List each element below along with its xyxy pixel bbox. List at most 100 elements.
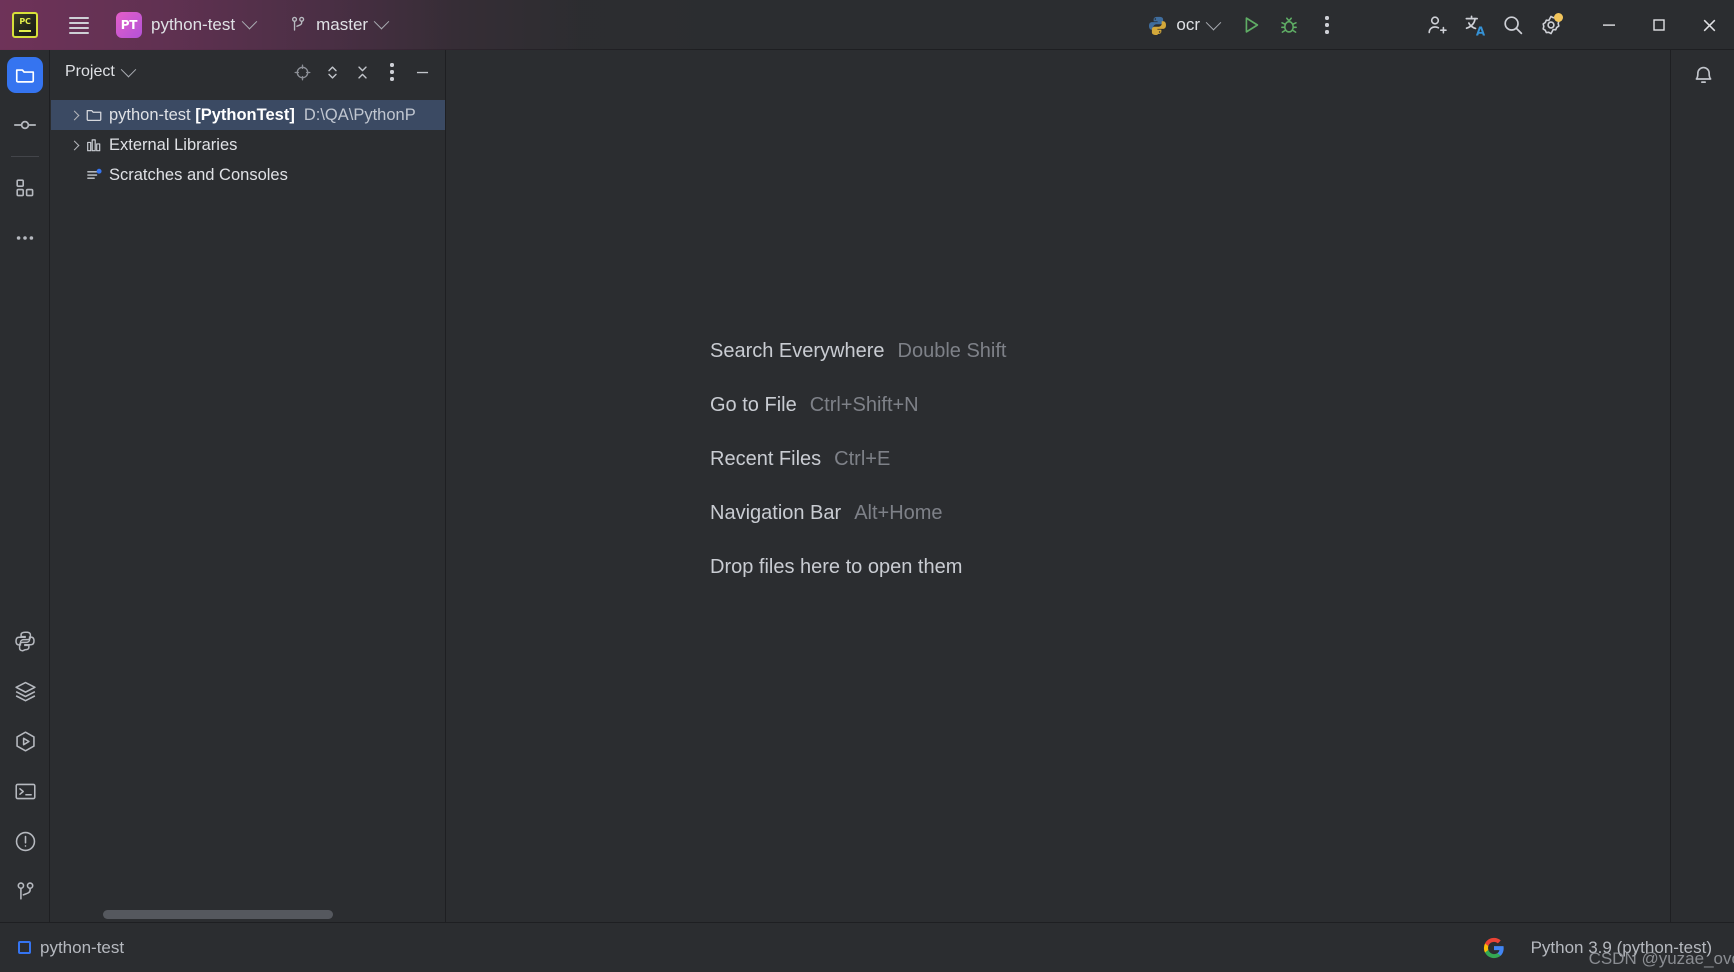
chevron-down-icon — [373, 13, 390, 30]
tree-node-module-name: [PythonTest] — [195, 105, 295, 124]
tip-label: Go to File — [710, 394, 797, 416]
right-tool-stripe — [1670, 50, 1734, 922]
window-minimize-icon — [1603, 24, 1615, 26]
sidebar-item-project[interactable] — [0, 50, 50, 100]
left-tool-stripe — [0, 50, 50, 922]
search-everywhere-button[interactable] — [1494, 6, 1532, 44]
sidebar-item-database[interactable] — [0, 666, 50, 716]
tip-shortcut: Double Shift — [897, 340, 1007, 362]
crosshair-target-icon — [294, 64, 310, 80]
settings-button[interactable] — [1532, 6, 1570, 44]
tip-recent-files[interactable]: Recent Files Ctrl+E — [710, 448, 1007, 471]
chevron-down-icon — [241, 13, 258, 30]
window-maximize-button[interactable] — [1634, 0, 1684, 50]
pycharm-window: PT python-test master ocr — [0, 0, 1734, 972]
sidebar-item-notifications[interactable] — [1671, 50, 1734, 102]
tip-go-to-file[interactable]: Go to File Ctrl+Shift+N — [710, 394, 1007, 417]
chevron-down-icon — [1205, 14, 1222, 30]
project-badge: PT — [116, 11, 142, 38]
expand-arrow-icon[interactable] — [63, 140, 85, 150]
sidebar-item-terminal[interactable] — [0, 766, 50, 816]
hide-panel-button[interactable] — [407, 57, 437, 87]
structure-blocks-icon — [16, 179, 34, 197]
run-configuration-label: ocr — [1176, 15, 1200, 34]
tip-search-everywhere[interactable]: Search Everywhere Double Shift — [710, 340, 1007, 363]
expand-collapse-icon — [327, 65, 337, 79]
expand-arrow-icon[interactable] — [63, 110, 85, 120]
translate-icon: A — [1465, 15, 1485, 38]
chevron-down-icon[interactable] — [120, 61, 137, 77]
branch-selector[interactable]: master — [281, 11, 395, 39]
sidebar-item-more[interactable] — [0, 213, 50, 263]
commit-node-icon — [13, 120, 37, 130]
code-with-me-button[interactable] — [1418, 6, 1456, 44]
scratches-icon — [85, 166, 109, 185]
terminal-icon — [14, 783, 36, 799]
editor-tips-list: Search Everywhere Double Shift Go to Fil… — [710, 340, 1007, 610]
more-vertical-icon — [390, 63, 394, 81]
stripe-divider — [10, 156, 39, 157]
python-logo-icon — [15, 631, 35, 652]
status-project-indicator[interactable]: python-test — [0, 938, 124, 958]
layers-icon — [14, 681, 36, 701]
page-title[interactable]: Project — [65, 63, 115, 81]
translate-button[interactable]: A — [1456, 6, 1494, 44]
scrollbar-thumb[interactable] — [103, 910, 333, 919]
run-configuration-selector[interactable]: ocr — [1138, 10, 1228, 41]
select-opened-file-button[interactable] — [287, 57, 317, 87]
tip-shortcut: Ctrl+Shift+N — [809, 394, 919, 416]
editor-empty-state: Search Everywhere Double Shift Go to Fil… — [447, 50, 1669, 922]
window-maximize-icon — [1653, 19, 1665, 31]
debug-button[interactable] — [1270, 6, 1308, 44]
run-button[interactable] — [1232, 6, 1270, 44]
sidebar-item-run[interactable] — [0, 716, 50, 766]
tree-node-path: D:\QA\PythonP — [303, 105, 416, 124]
sidebar-item-python-console[interactable] — [0, 616, 50, 666]
warning-circle-icon — [15, 831, 35, 851]
collapse-all-icon — [357, 65, 367, 79]
pycharm-logo-icon — [12, 11, 38, 38]
window-minimize-button[interactable] — [1584, 0, 1634, 50]
add-user-icon — [1428, 16, 1447, 34]
sidebar-item-commit[interactable] — [0, 100, 50, 150]
google-g-icon[interactable] — [1483, 937, 1505, 959]
blue-square-icon — [18, 941, 31, 954]
window-close-button[interactable] — [1684, 0, 1734, 50]
sidebar-item-structure[interactable] — [0, 163, 50, 213]
project-name-label: python-test — [151, 14, 236, 34]
more-vertical-icon — [1325, 16, 1329, 34]
expand-collapse-button[interactable] — [317, 57, 347, 87]
tree-node-project-root[interactable]: python-test [PythonTest] D:\QA\PythonP — [51, 100, 445, 130]
python-logo-icon — [1149, 16, 1167, 35]
folder-icon — [15, 69, 35, 83]
project-panel-hscrollbar[interactable] — [51, 908, 445, 922]
svg-text:A: A — [1475, 24, 1485, 38]
tree-node-external-libraries[interactable]: External Libraries — [51, 130, 445, 160]
status-project-label: python-test — [40, 937, 125, 957]
more-actions-button[interactable] — [1308, 6, 1346, 44]
run-play-icon — [1245, 17, 1259, 33]
minimize-dash-icon — [416, 71, 428, 73]
project-panel-header: Project — [51, 50, 445, 94]
python-interpreter-selector[interactable]: Python 3.9 (python-test) CSDN @yuzae_ovo — [1530, 937, 1734, 968]
sidebar-item-problems[interactable] — [0, 816, 50, 866]
tip-label: Navigation Bar — [710, 502, 842, 524]
project-selector[interactable]: PT python-test — [108, 8, 263, 42]
sidebar-item-version-control[interactable] — [0, 866, 50, 916]
more-horizontal-icon — [16, 236, 34, 240]
tree-node-label: python-test — [109, 105, 196, 124]
bell-icon — [1695, 66, 1711, 83]
collapse-all-button[interactable] — [347, 57, 377, 87]
branch-name-label: master — [316, 14, 369, 34]
interpreter-label: Python 3.9 (python-test) — [1530, 937, 1712, 957]
tree-node-label: External Libraries — [109, 135, 238, 154]
status-bar: python-test Python 3.9 (python-test) CSD… — [0, 922, 1734, 972]
hamburger-menu-icon[interactable] — [64, 10, 94, 40]
panel-options-button[interactable] — [377, 57, 407, 87]
git-branch-icon — [17, 881, 33, 900]
tree-node-scratches-and-consoles[interactable]: Scratches and Consoles — [51, 160, 445, 190]
status-bar-right: Python 3.9 (python-test) CSDN @yuzae_ovo — [1483, 937, 1734, 968]
tip-label: Recent Files — [710, 448, 822, 470]
left-stripe-bottom-group — [0, 616, 50, 916]
tip-navigation-bar[interactable]: Navigation Bar Alt+Home — [710, 502, 1007, 525]
